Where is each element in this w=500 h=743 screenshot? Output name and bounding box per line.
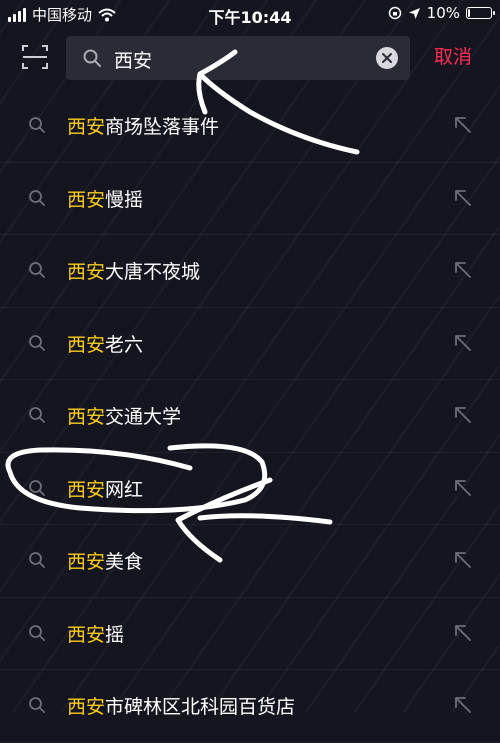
suggestion-highlight: 西安 (67, 188, 106, 211)
battery-percent: 10% (426, 4, 460, 22)
suggestion-highlight: 西安 (67, 551, 106, 573)
suggestion-row[interactable]: 西安摇 (0, 598, 500, 670)
suggestion-text: 西安大唐不夜城 (67, 257, 200, 284)
fill-query-arrow-icon[interactable] (452, 622, 474, 644)
suggestion-text: 西安市碑林区北科园百货店 (67, 692, 295, 719)
fill-query-arrow-icon[interactable] (452, 259, 474, 281)
battery-icon (466, 7, 495, 19)
search-icon (29, 262, 45, 278)
suggestion-highlight: 西安 (67, 696, 106, 718)
fill-query-arrow-icon[interactable] (452, 332, 474, 354)
suggestion-rest: 商场坠落事件 (105, 116, 220, 138)
suggestion-row[interactable]: 西安大唐不夜城 (0, 235, 500, 308)
suggestion-highlight: 西安 (67, 623, 106, 646)
clear-button[interactable] (376, 47, 398, 69)
search-input[interactable] (112, 42, 366, 76)
fill-query-arrow-icon[interactable] (452, 549, 474, 571)
fill-query-arrow-icon[interactable] (452, 477, 474, 499)
suggestion-highlight: 西安 (67, 116, 106, 138)
search-icon (83, 49, 101, 67)
suggestion-text: 西安摇 (67, 620, 124, 647)
suggestion-text: 西安美食 (67, 547, 143, 574)
suggestion-rest: 网红 (105, 478, 144, 501)
location-icon (408, 7, 420, 19)
suggestion-rest: 美食 (105, 551, 144, 573)
suggestion-text: 西安老六 (67, 330, 143, 357)
suggestion-rest: 慢摇 (105, 188, 144, 211)
status-bar: 中国移动 下午10:44 10% (0, 0, 500, 28)
suggestion-highlight: 西安 (67, 261, 106, 283)
search-icon (29, 334, 45, 351)
battery-fill (468, 9, 471, 17)
search-header: 取消 (0, 28, 500, 84)
cancel-button[interactable]: 取消 (434, 42, 472, 69)
suggestion-rest: 摇 (105, 623, 125, 646)
fill-query-arrow-icon[interactable] (452, 404, 474, 426)
fill-query-arrow-icon[interactable] (452, 114, 474, 136)
search-icon (29, 407, 45, 423)
search-icon (29, 624, 45, 641)
suggestion-row[interactable]: 西安美食 (0, 525, 500, 598)
scan-icon[interactable] (20, 42, 50, 72)
search-icon (29, 189, 45, 206)
suggestion-rest: 老六 (105, 333, 144, 356)
status-right: 10% (388, 4, 495, 22)
search-icon (29, 697, 45, 713)
suggestion-row[interactable]: 西安交通大学 (0, 380, 500, 453)
suggestion-list: 西安商场坠落事件 西安慢摇 西安大唐不夜城 西安老六 西安交通大学 西安网红 西安美食 西安摇… (0, 90, 500, 743)
suggestion-rest: 交通大学 (105, 406, 182, 428)
search-icon (29, 552, 45, 568)
suggestion-highlight: 西安 (67, 333, 106, 356)
search-box[interactable] (66, 36, 410, 80)
suggestion-row[interactable]: 西安网红 (0, 453, 500, 525)
suggestion-highlight: 西安 (67, 478, 106, 501)
suggestion-highlight: 西安 (67, 406, 106, 428)
search-icon (29, 479, 45, 496)
suggestion-row[interactable]: 西安老六 (0, 308, 500, 380)
suggestion-text: 西安交通大学 (67, 402, 181, 429)
suggestion-rest: 市碑林区北科园百货店 (105, 696, 296, 718)
suggestion-text: 西安网红 (67, 475, 143, 502)
rotation-lock-icon (388, 6, 401, 20)
suggestion-row[interactable]: 西安慢摇 (0, 163, 500, 235)
clear-icon (382, 53, 392, 63)
fill-query-arrow-icon[interactable] (452, 694, 474, 716)
suggestion-text: 西安商场坠落事件 (67, 112, 219, 139)
suggestion-rest: 大唐不夜城 (105, 261, 201, 283)
suggestion-row[interactable]: 西安商场坠落事件 (0, 90, 500, 163)
search-icon (29, 117, 45, 133)
fill-query-arrow-icon[interactable] (452, 187, 474, 209)
suggestion-row[interactable]: 西安市碑林区北科园百货店 (0, 670, 500, 743)
suggestion-text: 西安慢摇 (67, 185, 143, 212)
